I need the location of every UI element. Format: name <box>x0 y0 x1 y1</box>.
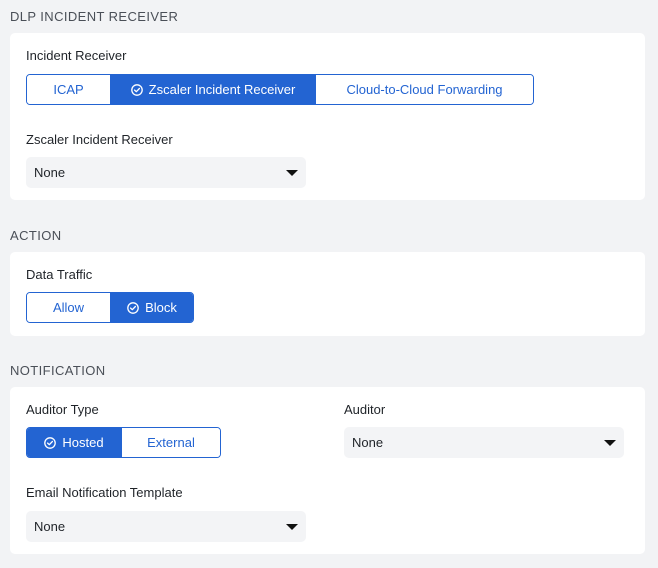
card-notification: Auditor Type Hosted External Auditor Non… <box>10 387 645 554</box>
receiver-option-icap-label: ICAP <box>53 82 84 97</box>
auditor-type-hosted-label: Hosted <box>62 435 104 450</box>
auditor-label: Auditor <box>344 402 386 417</box>
caret-down-icon <box>286 523 298 530</box>
auditor-type-label: Auditor Type <box>26 402 99 417</box>
caret-down-icon <box>286 169 298 176</box>
auditor-type-external[interactable]: External <box>122 428 220 457</box>
email-template-value: None <box>34 519 66 534</box>
auditor-type-external-label: External <box>147 435 195 450</box>
incident-receiver-label: Incident Receiver <box>26 48 127 63</box>
receiver-option-c2c[interactable]: Cloud-to-Cloud Forwarding <box>316 75 533 104</box>
check-circle-icon <box>130 83 143 96</box>
card-dlp: Incident Receiver ICAP Zscaler Incident … <box>10 33 645 200</box>
data-traffic-label: Data Traffic <box>26 267 93 282</box>
check-circle-icon <box>127 301 139 314</box>
zscaler-receiver-value: None <box>34 165 66 180</box>
card-action: Data Traffic Allow Block <box>10 252 645 336</box>
caret-down-icon <box>604 439 616 446</box>
zscaler-receiver-label: Zscaler Incident Receiver <box>26 132 173 147</box>
zscaler-receiver-select[interactable]: None <box>26 157 306 188</box>
section-title-notification: NOTIFICATION <box>10 363 106 378</box>
check-circle-icon <box>44 436 57 449</box>
email-template-label: Email Notification Template <box>26 485 183 500</box>
data-traffic-allow-label: Allow <box>52 300 85 315</box>
auditor-select[interactable]: None <box>344 427 624 458</box>
auditor-type-hosted[interactable]: Hosted <box>27 428 122 457</box>
auditor-type-segmented: Hosted External <box>26 427 221 458</box>
data-traffic-block-label: Block <box>145 300 177 315</box>
data-traffic-block[interactable]: Block <box>111 293 193 322</box>
auditor-value: None <box>352 435 384 450</box>
data-traffic-allow[interactable]: Allow <box>27 293 111 322</box>
receiver-option-zscaler-label: Zscaler Incident Receiver <box>148 82 296 97</box>
section-title-dlp: DLP INCIDENT RECEIVER <box>10 9 179 24</box>
receiver-option-zscaler[interactable]: Zscaler Incident Receiver <box>111 75 316 104</box>
email-template-select[interactable]: None <box>26 511 306 542</box>
incident-receiver-segmented: ICAP Zscaler Incident Receiver Cloud-to-… <box>26 74 534 105</box>
receiver-option-icap[interactable]: ICAP <box>27 75 111 104</box>
section-title-action: ACTION <box>10 228 62 243</box>
data-traffic-segmented: Allow Block <box>26 292 194 323</box>
receiver-option-c2c-label: Cloud-to-Cloud Forwarding <box>346 82 503 97</box>
